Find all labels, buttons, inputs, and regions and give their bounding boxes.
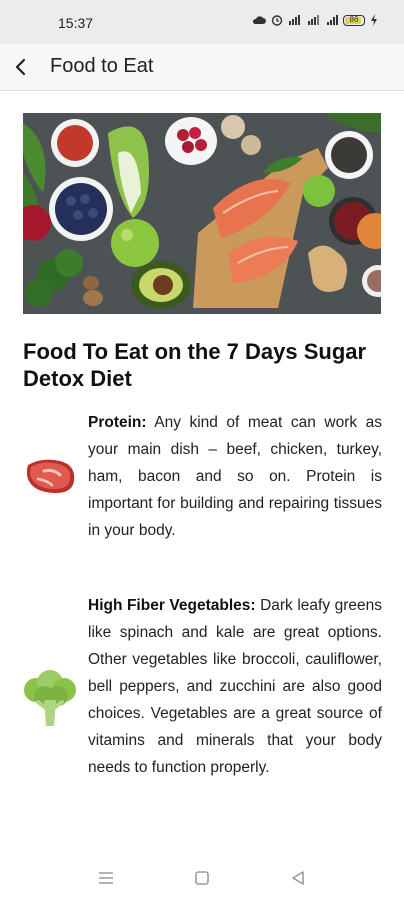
protein-label: Protein: [88,414,147,431]
system-nav-bar [0,856,404,900]
back-triangle-icon [292,871,304,885]
back-button[interactable] [6,52,36,82]
charging-icon [371,14,377,26]
alarm-icon [271,15,283,26]
section-protein: Protein: Any kind of meat can work as yo… [0,409,404,549]
battery-level: 86 [349,14,359,24]
cell-signal-icon [327,15,338,25]
broccoli-icon [24,670,76,726]
protein-body: Any kind of meat can work as your main d… [88,414,382,539]
vegetables-label: High Fiber Vegetables: [88,597,256,614]
battery-icon: 86 [343,14,365,26]
hero-food-image [23,113,381,314]
menu-icon [99,872,113,884]
section-high-fiber-vegetables: High Fiber Vegetables: Dark leafy greens… [0,592,404,812]
steak-icon [26,459,75,493]
page-title: Food to Eat [50,55,154,77]
status-bar: 15:37 86 [0,0,404,44]
chevron-left-icon [15,58,26,76]
vegetables-body: Dark leafy greens like spinach and kale … [88,597,382,776]
app-bar: Food to Eat [0,44,404,91]
article-title: Food To Eat on the 7 Days Sugar Detox Di… [23,339,367,391]
status-icons: 86 [252,14,378,26]
cloud-icon [252,16,266,24]
home-button[interactable] [190,866,214,890]
menu-button[interactable] [94,866,118,890]
protein-text: Protein: Any kind of meat can work as yo… [88,409,382,544]
vegetables-text: High Fiber Vegetables: Dark leafy greens… [88,592,382,781]
hd-signal-icon [289,15,300,25]
status-time: 15:37 [58,15,94,31]
wifi-signal-icon [308,15,319,25]
system-back-button[interactable] [286,866,310,890]
home-square-icon [195,871,209,885]
